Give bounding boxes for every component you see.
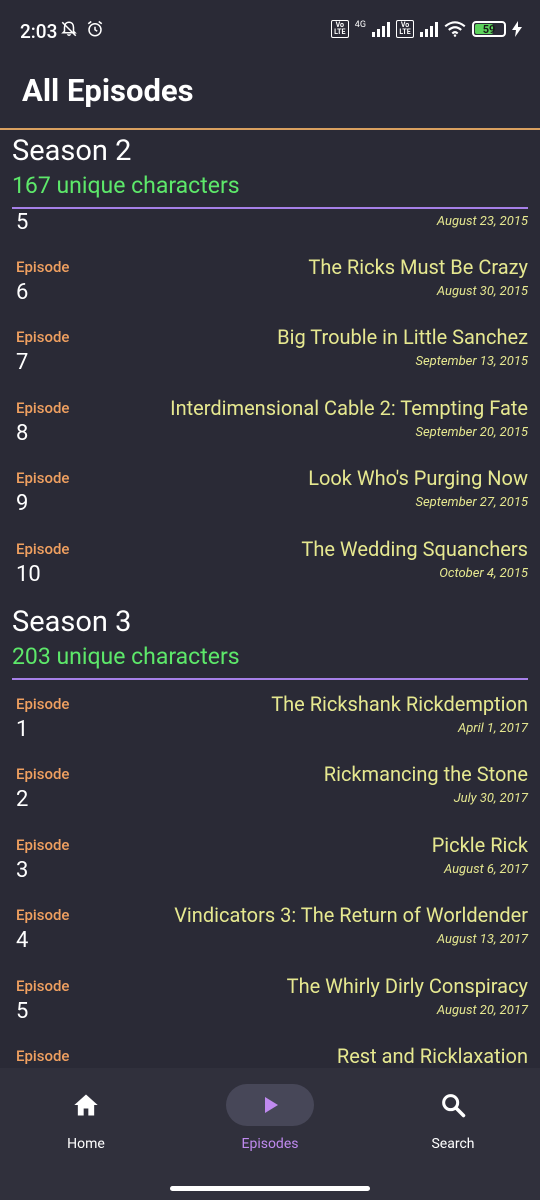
wifi-icon bbox=[444, 21, 466, 37]
episode-row[interactable]: Episode 8 Interdimensional Cable 2: Temp… bbox=[0, 396, 540, 469]
page-title: All Episodes bbox=[22, 72, 194, 109]
nav-label-search: Search bbox=[431, 1136, 475, 1152]
episode-title: The Ricks Must Be Crazy bbox=[308, 255, 528, 279]
nav-label-home: Home bbox=[67, 1136, 105, 1152]
episode-air-date: July 30, 2017 bbox=[453, 791, 528, 806]
episode-title: Interdimensional Cable 2: Tempting Fate bbox=[170, 396, 528, 420]
nav-item-home[interactable]: Home bbox=[16, 1084, 156, 1152]
episode-label: Episode bbox=[16, 1047, 70, 1065]
episode-title: Vindicators 3: The Return of Worldender bbox=[174, 903, 528, 927]
signal-strength-icon-2 bbox=[420, 21, 438, 37]
episode-number: 5 bbox=[16, 210, 29, 235]
status-time: 2:03 bbox=[20, 20, 58, 43]
episode-row[interactable]: Episode 6 The Ricks Must Be Crazy August… bbox=[0, 255, 540, 328]
episode-label: Episode bbox=[16, 328, 70, 346]
episode-air-date: September 20, 2015 bbox=[415, 425, 528, 440]
title-divider bbox=[0, 128, 540, 130]
episode-title: Rest and Ricklaxation bbox=[336, 1044, 528, 1068]
episode-air-date: August 30, 2015 bbox=[436, 284, 528, 299]
episode-title: The Rickshank Rickdemption bbox=[271, 692, 528, 716]
season-header: Season 3 203 unique characters bbox=[12, 604, 240, 672]
episode-row[interactable]: Episode 10 The Wedding Squanchers Octobe… bbox=[0, 537, 540, 610]
episode-number: 10 bbox=[16, 562, 41, 587]
home-icon bbox=[74, 1094, 98, 1116]
episode-label: Episode bbox=[16, 765, 70, 783]
episode-air-date: August 13, 2017 bbox=[436, 932, 528, 947]
episode-air-date: September 13, 2015 bbox=[415, 354, 528, 369]
episode-title: The Whirly Dirly Conspiracy bbox=[286, 974, 528, 998]
network-type: 4G bbox=[354, 20, 366, 30]
episode-row[interactable]: Episode 4 Vindicators 3: The Return of W… bbox=[0, 903, 540, 976]
episode-number: 3 bbox=[16, 858, 29, 883]
season-title: Season 2 bbox=[12, 134, 132, 168]
episode-air-date: August 20, 2017 bbox=[436, 1003, 528, 1018]
mute-bell-icon bbox=[61, 21, 77, 37]
nav-label-episodes: Episodes bbox=[241, 1136, 299, 1152]
episode-label: Episode bbox=[16, 906, 70, 924]
episode-air-date: August 23, 2015 bbox=[436, 214, 528, 229]
episode-number: 7 bbox=[16, 350, 29, 375]
status-left-icons bbox=[60, 20, 104, 38]
alarm-icon bbox=[87, 20, 103, 37]
nav-item-episodes[interactable]: Episodes bbox=[200, 1084, 340, 1152]
episode-title: Pickle Rick bbox=[431, 833, 528, 857]
episode-number: 4 bbox=[16, 928, 29, 953]
episode-air-date: August 6, 2017 bbox=[443, 862, 528, 877]
episode-row[interactable]: Episode 9 Look Who's Purging Now Septemb… bbox=[0, 466, 540, 539]
episode-title: Rickmancing the Stone bbox=[323, 762, 528, 786]
home-indicator[interactable] bbox=[170, 1186, 370, 1191]
charging-icon bbox=[512, 21, 522, 37]
episode-number: 6 bbox=[16, 280, 29, 305]
episode-number: 8 bbox=[16, 421, 29, 446]
episode-number: 2 bbox=[16, 787, 29, 812]
episode-row[interactable]: Episode 2 Rickmancing the Stone July 30,… bbox=[0, 762, 540, 835]
episode-label: Episode bbox=[16, 258, 70, 276]
episode-row[interactable]: Episode 7 Big Trouble in Little Sanchez … bbox=[0, 325, 540, 398]
episode-row[interactable]: Episode 3 Pickle Rick August 6, 2017 bbox=[0, 833, 540, 906]
episode-label: Episode bbox=[16, 695, 70, 713]
episode-label: Episode bbox=[16, 836, 70, 854]
episode-number: 9 bbox=[16, 491, 29, 516]
volte-badge-1: Vo LTE bbox=[330, 20, 349, 38]
episode-label: Episode bbox=[16, 540, 70, 558]
battery-icon: 59 bbox=[472, 21, 506, 37]
episode-number: 5 bbox=[16, 999, 29, 1024]
episode-list[interactable]: Season 2 167 unique characters 5 August … bbox=[0, 131, 540, 1068]
episode-title: The Wedding Squanchers bbox=[301, 537, 528, 561]
signal-strength-icon-1 bbox=[372, 21, 390, 37]
episode-title: Look Who's Purging Now bbox=[308, 466, 528, 490]
status-right-icons: Vo LTE 4G Vo LTE 59 bbox=[330, 20, 522, 38]
nav-item-search[interactable]: Search bbox=[383, 1084, 523, 1152]
episode-row[interactable]: Episode Rest and Ricklaxation bbox=[0, 1044, 540, 1068]
battery-level: 59 bbox=[482, 22, 496, 36]
bottom-navigation: Home Episodes Search bbox=[0, 1068, 540, 1200]
episode-row[interactable]: Episode 1 The Rickshank Rickdemption Apr… bbox=[0, 692, 540, 765]
episode-title: Big Trouble in Little Sanchez bbox=[277, 325, 528, 349]
episode-air-date: April 1, 2017 bbox=[457, 721, 528, 736]
search-icon bbox=[442, 1094, 466, 1118]
episode-label: Episode bbox=[16, 977, 70, 995]
volte-badge-2: Vo LTE bbox=[396, 20, 414, 38]
episode-air-date: September 27, 2015 bbox=[415, 495, 528, 510]
episode-label: Episode bbox=[16, 469, 70, 487]
episode-row[interactable]: 5 August 23, 2015 bbox=[0, 188, 540, 258]
status-bar: 2:03 Vo LTE 4G Vo LTE 59 bbox=[0, 0, 540, 64]
episode-air-date: October 4, 2015 bbox=[439, 566, 528, 581]
play-icon bbox=[265, 1097, 278, 1113]
season-character-count: 203 unique characters bbox=[12, 643, 240, 670]
episode-label: Episode bbox=[16, 399, 70, 417]
episode-row[interactable]: Episode 5 The Whirly Dirly Conspiracy Au… bbox=[0, 974, 540, 1047]
season-title: Season 3 bbox=[12, 605, 132, 639]
season-divider bbox=[12, 678, 528, 680]
episode-number: 1 bbox=[16, 717, 29, 742]
